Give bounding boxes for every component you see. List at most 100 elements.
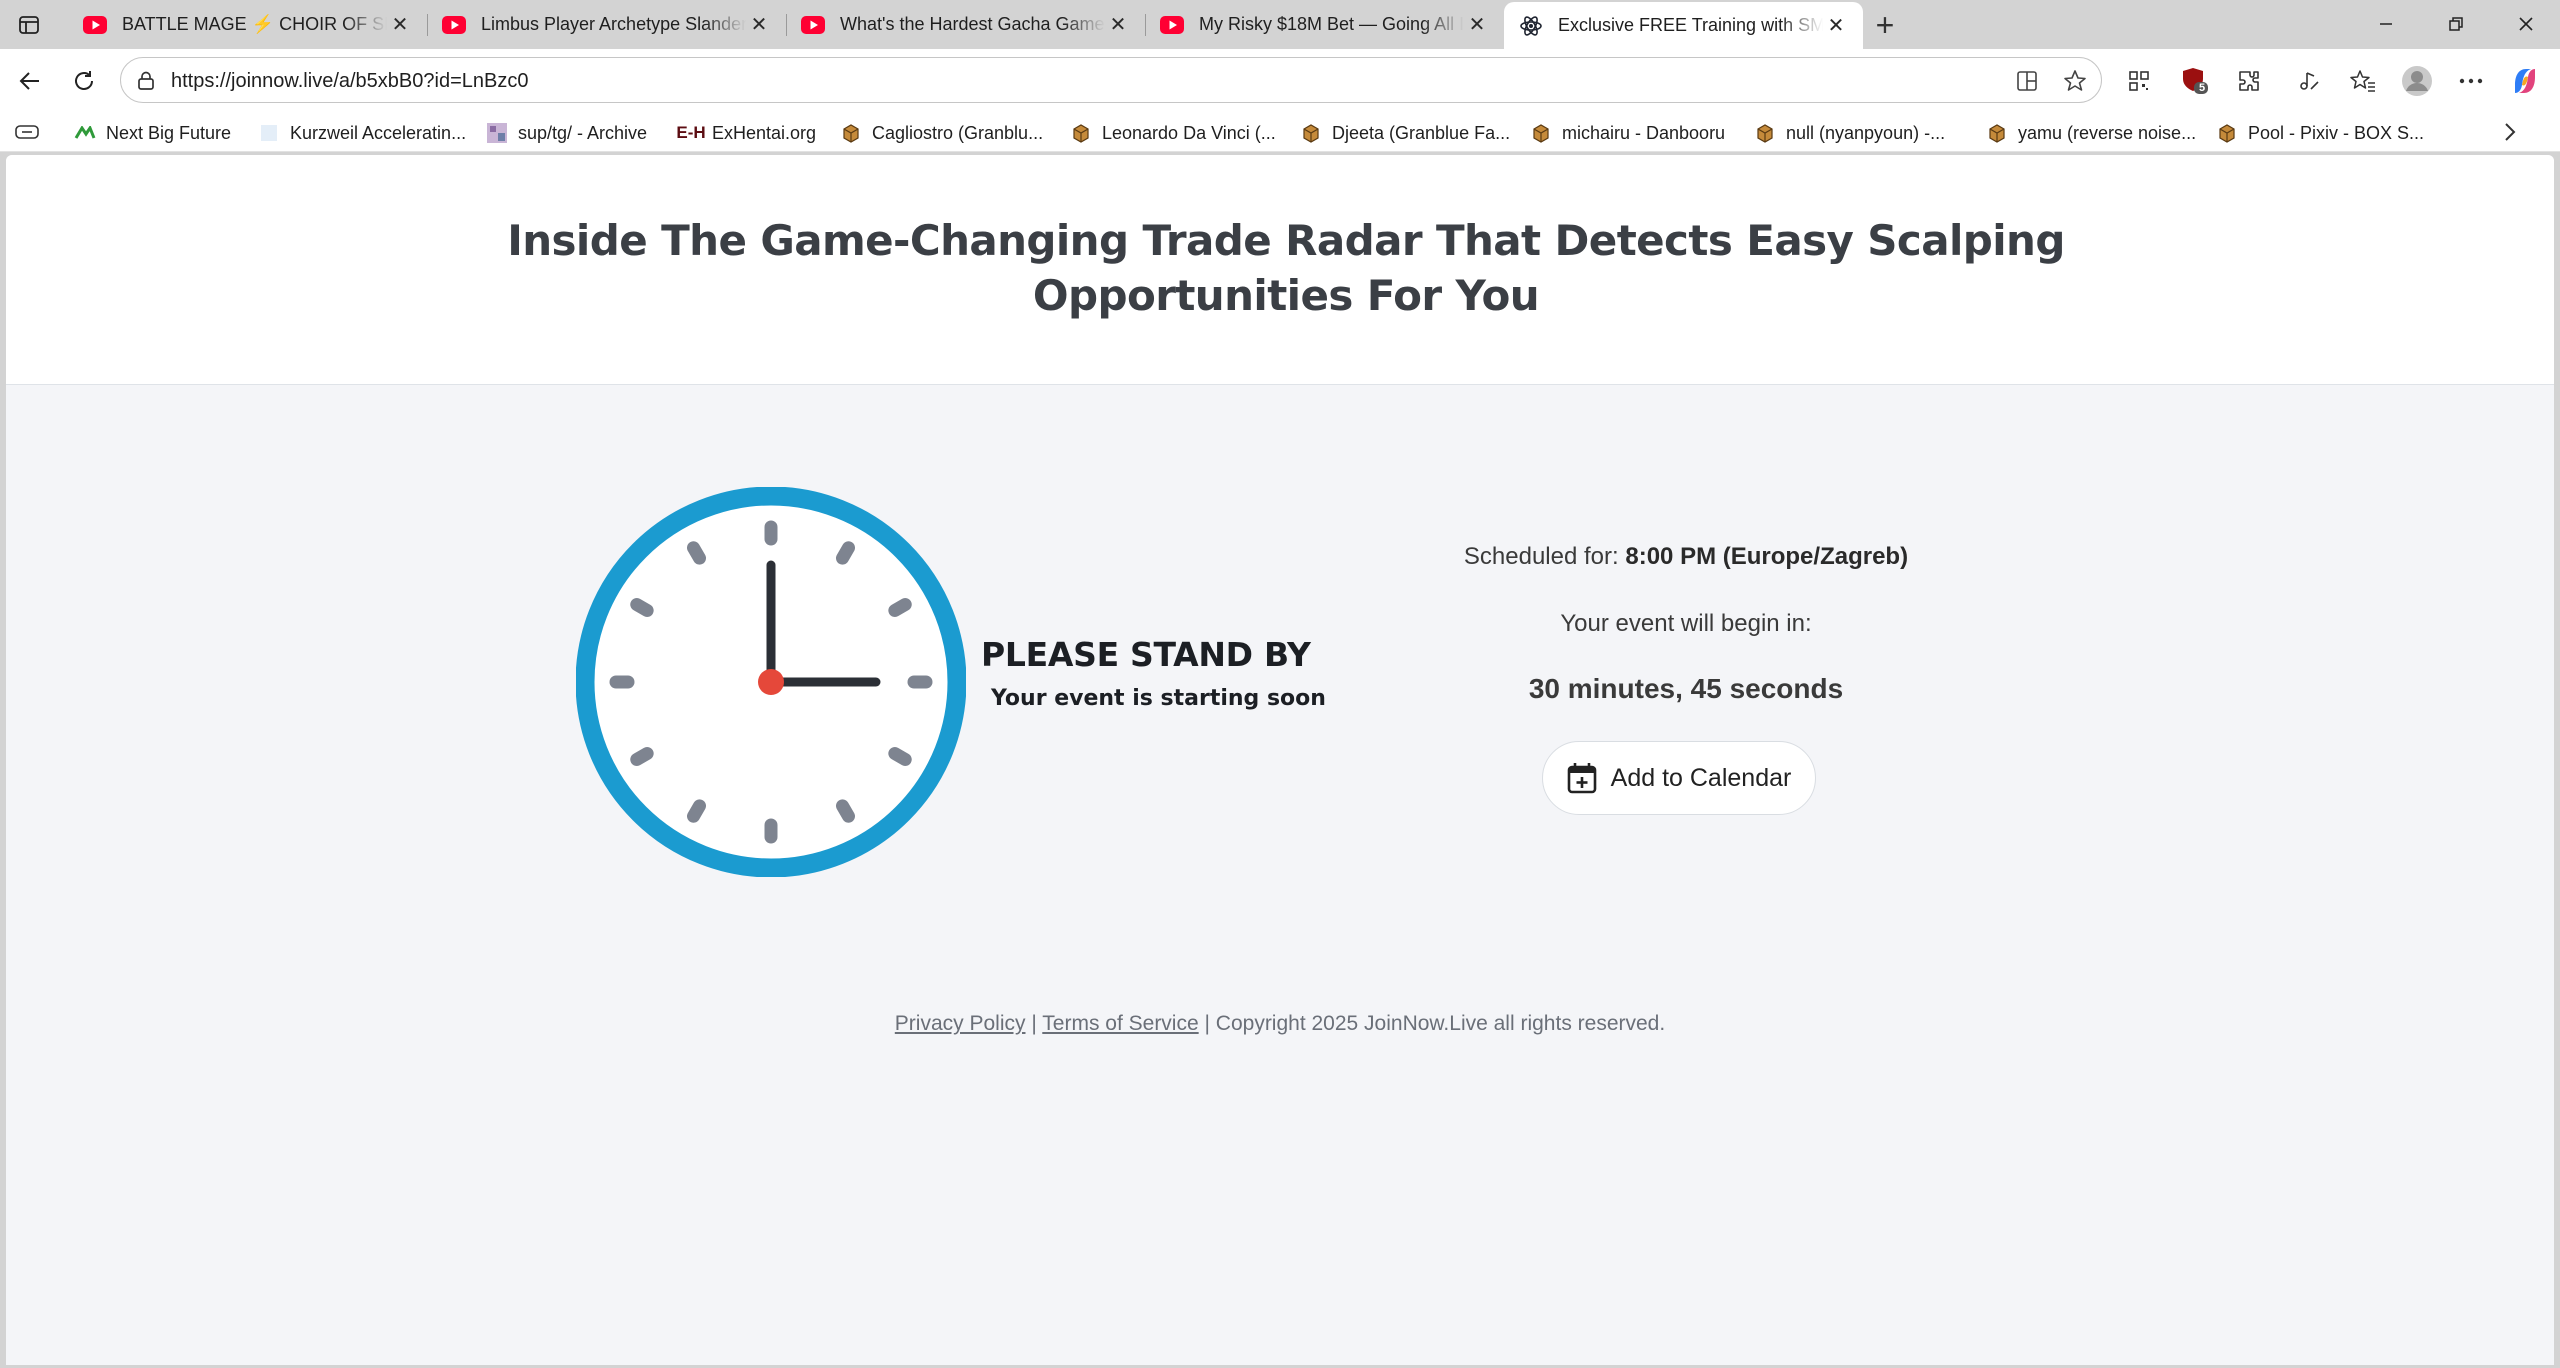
nbf-icon xyxy=(74,122,96,144)
bookmark-item[interactable]: Djeeta (Granblue Fa... xyxy=(1300,120,1510,146)
collections-icon[interactable] xyxy=(14,121,40,143)
clock-tick xyxy=(687,799,706,823)
refresh-icon[interactable] xyxy=(64,61,104,101)
copilot-icon[interactable] xyxy=(2508,64,2542,98)
tab-active[interactable]: Exclusive FREE Training with SMB ✕ xyxy=(1504,2,1863,49)
more-menu-icon[interactable] xyxy=(2454,64,2488,98)
close-tab-icon[interactable]: ✕ xyxy=(746,12,772,38)
bookmark-item[interactable]: yamu (reverse noise... xyxy=(1986,120,2196,146)
tab-title: My Risky $18M Bet — Going All In xyxy=(1199,14,1464,34)
bookmark-label: Cagliostro (Granblu... xyxy=(872,122,1044,143)
add-to-calendar-button[interactable]: Add to Calendar xyxy=(1542,741,1816,815)
privacy-policy-link[interactable]: Privacy Policy xyxy=(895,1012,1026,1035)
bookmark-label: yamu (reverse noise... xyxy=(2018,122,2197,143)
bookmarks-bar: Next Big Future Kurzweil Acceleratin... … xyxy=(0,112,2560,152)
footer: Privacy Policy | Terms of Service | Copy… xyxy=(6,1012,2554,1036)
atom-icon xyxy=(1518,13,1544,39)
ublock-shield-icon[interactable]: 5 xyxy=(2178,64,2212,98)
restore-icon[interactable] xyxy=(2428,6,2484,42)
bookmark-label: ExHentai.org xyxy=(712,122,817,143)
bookmark-label: sup/tg/ - Archive xyxy=(518,122,648,143)
calendar-plus-icon xyxy=(1567,763,1596,794)
add-to-calendar-label: Add to Calendar xyxy=(1610,763,1792,792)
new-tab-icon[interactable]: + xyxy=(1868,8,1902,42)
bookmark-item[interactable]: Leonardo Da Vinci (... xyxy=(1070,120,1276,146)
bookmark-item[interactable]: Kurzweil Acceleratin... xyxy=(258,120,466,146)
box-icon xyxy=(1300,122,1322,144)
clock-tick xyxy=(836,541,855,565)
browser-toolbar: https://joinnow.live/a/b5xbB0?id=LnBzc0 … xyxy=(0,49,2560,112)
qr-code-icon[interactable] xyxy=(2122,64,2156,98)
terms-of-service-link[interactable]: Terms of Service xyxy=(1042,1012,1198,1035)
standby-title: PLEASE STAND BY xyxy=(981,635,1311,674)
minimize-icon[interactable] xyxy=(2358,6,2414,42)
scheduled-time: 8:00 PM (Europe/Zagreb) xyxy=(1625,543,1909,570)
close-tab-icon[interactable]: ✕ xyxy=(1823,13,1849,39)
footer-separator: | xyxy=(1031,1012,1037,1035)
clock-tick xyxy=(836,799,855,823)
tab[interactable]: BATTLE MAGE ⚡ CHOIR OF SPELLS ✕ xyxy=(68,2,427,47)
box-icon xyxy=(1986,122,2008,144)
close-window-icon[interactable] xyxy=(2498,6,2554,42)
profile-avatar-icon[interactable] xyxy=(2400,64,2434,98)
youtube-icon xyxy=(441,12,467,38)
close-tab-icon[interactable]: ✕ xyxy=(387,12,413,38)
footer-copyright: | Copyright 2025 JoinNow.Live all rights… xyxy=(1204,1012,1666,1035)
clock-tick xyxy=(888,747,912,766)
favorites-list-icon[interactable] xyxy=(2346,64,2380,98)
tab[interactable]: Limbus Player Archetype Slander ✕ xyxy=(427,2,786,47)
bookmark-label: Next Big Future xyxy=(106,122,232,143)
bookmark-item[interactable]: Next Big Future xyxy=(74,120,231,146)
page-header: Inside The Game-Changing Trade Radar Tha… xyxy=(6,155,2554,385)
tab[interactable]: My Risky $18M Bet — Going All In ✕ xyxy=(1145,2,1504,47)
youtube-icon xyxy=(1159,12,1185,38)
box-icon xyxy=(1530,122,1552,144)
box-icon xyxy=(2216,122,2238,144)
bookmark-item[interactable]: E-H ExHentai.org xyxy=(676,120,817,146)
box-icon xyxy=(1070,122,1092,144)
standby-subtitle: Your event is starting soon xyxy=(991,686,1326,711)
page-title: Inside The Game-Changing Trade Radar Tha… xyxy=(507,216,2065,320)
tab-title: Exclusive FREE Training with SMB xyxy=(1558,15,1823,35)
bookmark-item[interactable]: null (nyanpyoun) -... xyxy=(1754,120,1945,146)
clock-center xyxy=(758,669,784,695)
clock-tick xyxy=(630,747,654,766)
address-bar[interactable]: https://joinnow.live/a/b5xbB0?id=LnBzc0 xyxy=(120,57,2102,103)
tab[interactable]: What's the Hardest Gacha Game? ✕ xyxy=(786,2,1145,47)
url-text[interactable]: https://joinnow.live/a/b5xbB0?id=LnBzc0 xyxy=(171,70,528,93)
bookmark-label: michairu - Danbooru xyxy=(1562,122,1726,143)
bookmark-item[interactable]: Cagliostro (Granblu... xyxy=(840,120,1043,146)
tab-actions-menu-icon[interactable] xyxy=(14,10,44,40)
clock-tick xyxy=(888,598,912,617)
tab-list: BATTLE MAGE ⚡ CHOIR OF SPELLS ✕ Limbus P… xyxy=(68,2,1863,49)
bookmark-label: null (nyanpyoun) -... xyxy=(1786,122,1946,143)
clock-icon xyxy=(576,487,966,877)
tab-strip: BATTLE MAGE ⚡ CHOIR OF SPELLS ✕ Limbus P… xyxy=(0,0,2560,49)
eh-icon: E-H xyxy=(676,123,706,142)
box-icon xyxy=(840,122,862,144)
bookmark-item[interactable]: Pool - Pixiv - BOX S... xyxy=(2216,120,2424,146)
back-arrow-icon[interactable] xyxy=(10,61,50,101)
media-controls-icon[interactable] xyxy=(2292,64,2326,98)
bookmark-item[interactable]: sup/tg/ - Archive xyxy=(486,120,647,146)
lock-icon[interactable] xyxy=(133,68,159,94)
bookmark-label: Leonardo Da Vinci (... xyxy=(1102,122,1276,143)
close-tab-icon[interactable]: ✕ xyxy=(1464,12,1490,38)
extensions-puzzle-icon[interactable] xyxy=(2232,64,2266,98)
page-viewport: Inside The Game-Changing Trade Radar Tha… xyxy=(6,155,2554,1365)
favorite-star-icon[interactable] xyxy=(2061,67,2089,95)
bookmark-label: Kurzweil Acceleratin... xyxy=(290,122,467,143)
bookmark-item[interactable]: michairu - Danbooru xyxy=(1530,120,1725,146)
tab-title: Limbus Player Archetype Slander xyxy=(481,14,746,34)
countdown-label: Your event will begin in: xyxy=(1560,610,1812,637)
close-tab-icon[interactable]: ✕ xyxy=(1105,12,1131,38)
scheduled-label: Scheduled for: xyxy=(1463,543,1619,570)
chevron-right-icon[interactable] xyxy=(2496,118,2524,146)
clock-tick xyxy=(630,598,654,617)
tab-title: BATTLE MAGE ⚡ CHOIR OF SPELLS xyxy=(122,14,387,34)
clock-tick xyxy=(687,541,706,565)
youtube-icon xyxy=(82,12,108,38)
tab-title: What's the Hardest Gacha Game? xyxy=(840,14,1105,34)
blank-page-icon xyxy=(258,122,280,144)
split-screen-icon[interactable] xyxy=(2013,67,2041,95)
